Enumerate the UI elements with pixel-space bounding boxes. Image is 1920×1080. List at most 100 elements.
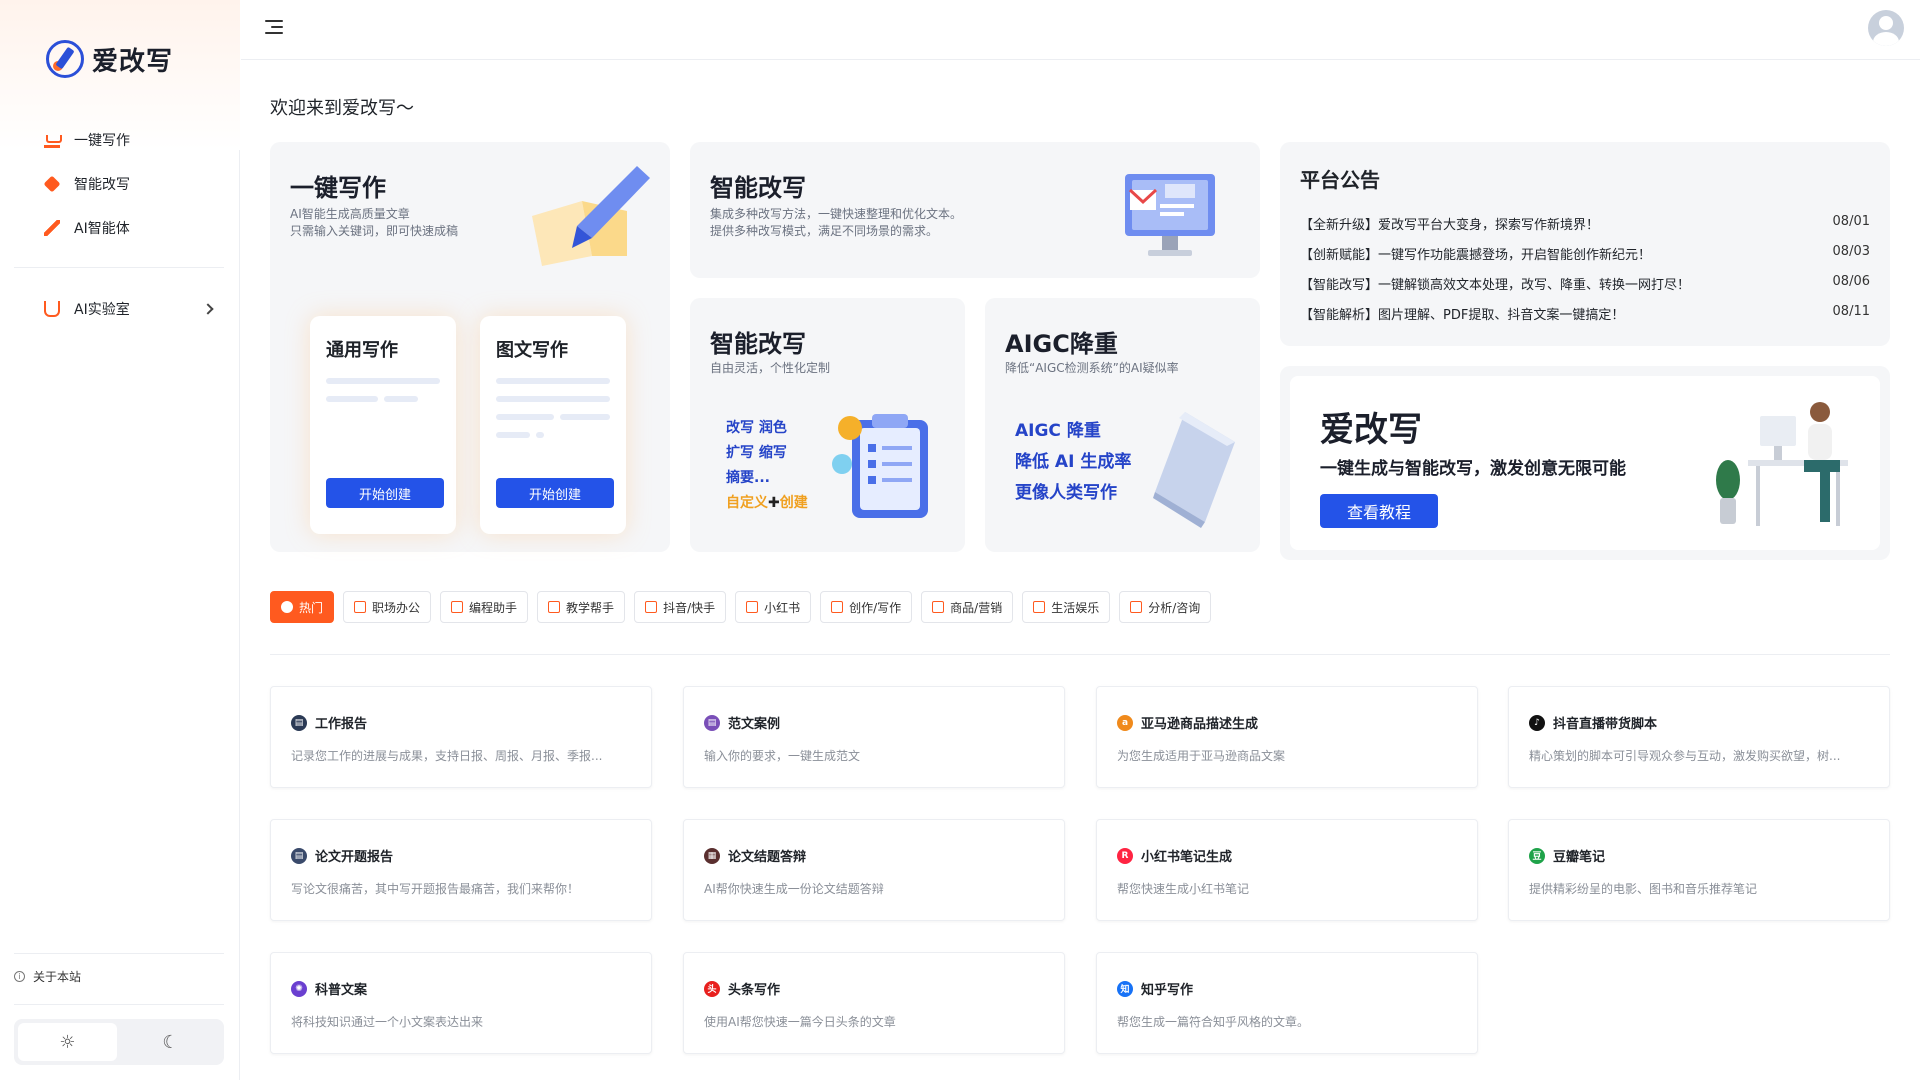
aigc-reduce-card[interactable]: AIGC降重 降低“AIGC检测系统”的AI疑似率 AIGC 降重 降低 AI … [985,298,1260,552]
tool-card-work-report[interactable]: ▤ 工作报告 记录您工作的进展与成果，支持日报、周报、月报、季报... [270,686,652,788]
announcement-date: 08/01 [1832,214,1870,229]
ticket-icon [1033,601,1046,613]
tool-card-amazon-description[interactable]: a 亚马逊商品描述生成 为您生成适用于亚马逊商品文案 [1096,686,1478,788]
announcement-item[interactable]: 【智能解析】图片理解、PDF提取、抖音文案一键搞定！ 08/11 [1300,304,1870,323]
tool-title: 头条写作 [728,983,781,998]
sidebar-lab-group: AI实验室 [14,287,224,331]
sidebar-item-ai-agent[interactable]: AI智能体 [14,206,224,250]
eraser-icon [43,175,61,193]
about-link[interactable]: i 关于本站 [14,968,81,985]
general-write-title: 通用写作 [326,340,398,361]
announcement-text: 【智能解析】图片理解、PDF提取、抖音文案一键搞定！ [1300,308,1625,323]
announcement-panel: 平台公告 【全新升级】爱改写平台大变身，探索写作新境界！ 08/01 【创新赋能… [1280,142,1890,346]
science-icon: ✺ [291,980,307,997]
tab-creative-writing[interactable]: 创作/写作 [820,591,913,623]
image-write-card[interactable]: 图文写作 开始创建 [480,316,626,534]
tab-coding[interactable]: 编程助手 [440,591,529,623]
tool-card-thesis-proposal[interactable]: ▤ 论文开题报告 写论文很痛苦，其中写开题报告最痛苦，我们来帮你！ [270,819,652,921]
tab-lifestyle[interactable]: 生活娱乐 [1022,591,1111,623]
magic-wand-icon [44,220,60,236]
tool-card-sample-essay[interactable]: ▤ 范文案例 输入你的要求，一键生成范文 [683,686,1065,788]
tool-card-xiaohongshu-note[interactable]: R 小红书笔记生成 帮您快速生成小红书笔记 [1096,819,1478,921]
tool-title: 科普文案 [315,983,368,998]
tool-description: 输入你的要求，一键生成范文 [704,749,861,763]
card-title: 智能改写 [710,174,806,202]
feature-line: 扩写 缩写 [726,445,787,461]
sidebar-item-label: 一键写作 [74,133,130,149]
user-avatar[interactable] [1868,10,1904,46]
eraser-block-illustration [1153,412,1235,528]
sidebar-item-label: AI实验室 [74,302,130,318]
tabs-divider [270,654,1890,655]
tool-card-science-copy[interactable]: ✺ 科普文案 将科技知识通过一个小文案表达出来 [270,952,652,1054]
category-tabs: 热门 职场办公 编程助手 教学帮手 抖音/快手 小红书 创作/写作 商品/营销 … [270,591,1212,623]
briefcase-icon [354,601,367,613]
general-write-card[interactable]: 通用写作 开始创建 [310,316,456,534]
pen-icon [831,601,844,613]
amazon-icon: a [1117,714,1133,731]
tab-label: 热门 [299,600,324,615]
placeholder-line [560,414,610,420]
tool-title: 小红书笔记生成 [1141,850,1233,865]
tool-description: 提供精彩纷呈的电影、图书和音乐推荐笔记 [1529,882,1758,896]
tab-label: 分析/咨询 [1148,600,1201,615]
image-write-start-button[interactable]: 开始创建 [496,478,614,508]
tab-office[interactable]: 职场办公 [343,591,432,623]
tool-card-douban-note[interactable]: 豆豆瓣笔记 提供精彩纷呈的电影、图书和音乐推荐笔记 [1508,819,1890,921]
announcement-date: 08/11 [1832,304,1870,319]
tool-card-thesis-defense[interactable]: ▦ 论文结题答辩 AI帮你快速生成一份论文结题答辩 [683,819,1065,921]
light-mode-button[interactable]: ☼ [18,1023,117,1061]
book-pen-illustration [532,166,650,266]
announcement-text: 【智能改写】一键解锁高效文本处理，改写、降重、转换一网打尽！ [1300,278,1691,293]
sidebar-item-smart-rewrite[interactable]: 智能改写 [14,162,224,206]
one-click-write-card: 一键写作 AI智能生成高质量文章 只需输入关键词，即可快速成稿 通用写作 开始创… [270,142,670,552]
view-tutorial-button[interactable]: 查看教程 [1320,494,1438,528]
tool-title: 论文结题答辩 [728,850,807,865]
moon-icon: ☾ [162,1031,179,1053]
fire-icon [281,601,293,613]
tab-teaching[interactable]: 教学帮手 [537,591,626,623]
tool-description: 帮您快速生成小红书笔记 [1117,882,1250,896]
sidebar-item-one-click-write[interactable]: 一键写作 [14,118,224,162]
announcement-title: 平台公告 [1300,168,1380,192]
brand-logo[interactable]: 爱改写 [46,40,173,78]
tool-card-toutiao-writing[interactable]: 头头条写作 使用AI帮您快速一篇今日头条的文章 [683,952,1065,1054]
smart-rewrite-banner-card[interactable]: 智能改写 集成多种改写方法，一键快速整理和优化文本。 提供多种改写模式，满足不同… [690,142,1260,278]
report-icon: ▤ [291,714,307,731]
promo-tagline: 一键生成与智能改写，激发创意无限可能 [1320,459,1626,479]
placeholder-line [384,396,418,402]
xiaohongshu-icon: R [1117,847,1133,864]
announcement-item[interactable]: 【智能改写】一键解锁高效文本处理，改写、降重、转换一网打尽！ 08/06 [1300,274,1870,293]
feature-line: AIGC 降重 [1015,421,1101,441]
image-write-title: 图文写作 [496,340,568,361]
tool-title: 亚马逊商品描述生成 [1141,717,1259,732]
tool-description: AI帮你快速生成一份论文结题答辩 [704,882,884,896]
tool-card-douyin-live-script[interactable]: ♪ 抖音直播带货脚本 精心策划的脚本可引导观众参与互动，激发购买欲望，树... [1508,686,1890,788]
promo-banner: 爱改写 一键生成与智能改写，激发创意无限可能 查看教程 [1280,366,1890,560]
announcement-text: 【全新升级】爱改写平台大变身，探索写作新境界！ [1300,218,1600,233]
card-subtitle: 自由灵活，个性化定制 [710,361,831,375]
feature-line: 改写 润色 [726,420,787,436]
aigc-feature-list: AIGC 降重 降低 AI 生成率 更像人类写作 [1015,416,1131,509]
sidebar-item-ai-lab[interactable]: AI实验室 [14,287,224,331]
monitor-illustration [1125,174,1215,256]
card-title: 一键写作 [290,174,386,202]
tab-hot[interactable]: 热门 [270,591,335,623]
chevron-right-icon [202,303,214,315]
tab-analysis[interactable]: 分析/咨询 [1119,591,1212,623]
pen-logo-icon [46,40,84,78]
tool-title: 范文案例 [728,717,781,732]
tab-douyin-kuaishou[interactable]: 抖音/快手 [634,591,727,623]
tab-xiaohongshu[interactable]: 小红书 [735,591,812,623]
sidebar-divider-bottom [14,953,224,954]
general-write-start-button[interactable]: 开始创建 [326,478,444,508]
tab-marketing[interactable]: 商品/营销 [921,591,1014,623]
menu-collapse-icon[interactable] [265,20,285,38]
announcement-item[interactable]: 【创新赋能】一键写作功能震撼登场，开启智能创作新纪元！ 08/03 [1300,244,1870,263]
tool-card-zhihu-writing[interactable]: 知知乎写作 帮您生成一篇符合知乎风格的文章。 [1096,952,1478,1054]
tab-label: 商品/营销 [950,600,1003,615]
dark-mode-button[interactable]: ☾ [121,1023,220,1061]
topbar [241,0,1920,60]
announcement-item[interactable]: 【全新升级】爱改写平台大变身，探索写作新境界！ 08/01 [1300,214,1870,233]
smart-rewrite-card[interactable]: 智能改写 自由灵活，个性化定制 改写 润色 扩写 缩写 摘要... 自定义✚创建 [690,298,965,552]
